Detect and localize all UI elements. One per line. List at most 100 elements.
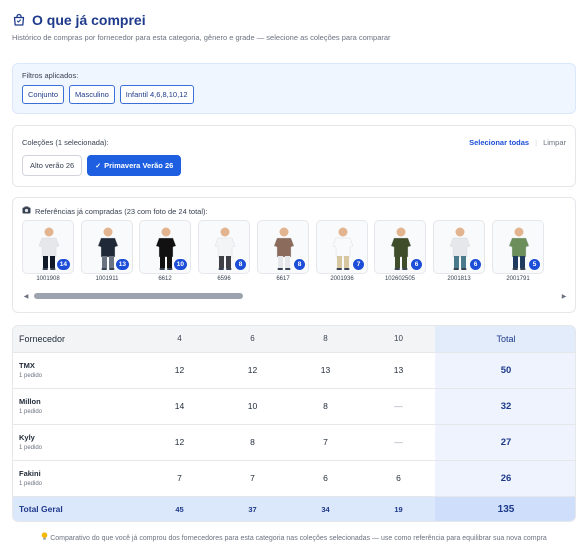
- supplier-orders: 1 pedido: [19, 445, 43, 451]
- reference-code: 102602505: [384, 276, 416, 282]
- quantity-badge: 5: [528, 258, 541, 271]
- reference-card[interactable]: 7 2001936: [316, 220, 368, 282]
- quantity-badge: 7: [352, 258, 365, 271]
- reference-photo: 14: [22, 220, 74, 274]
- collections-panel: Coleções (1 selecionada): Selecionar tod…: [12, 125, 576, 187]
- size-cell: 7: [143, 460, 216, 497]
- row-total-cell: 50: [435, 352, 575, 389]
- supplier-name: Kyly: [19, 433, 35, 442]
- footnote-text: Comparativo do que você já comprou dos f…: [50, 535, 547, 542]
- grand-total-label: Total Geral: [13, 496, 143, 521]
- reference-photo: 6: [433, 220, 485, 274]
- references-scrollbar[interactable]: ◀ ▶: [22, 292, 568, 300]
- size-cell: 8: [289, 388, 362, 425]
- collections-header: Coleções (1 selecionada): Selecionar tod…: [22, 136, 566, 148]
- supplier-cell: TMX 1 pedido: [13, 352, 143, 389]
- reference-photo: 13: [81, 220, 133, 274]
- supplier-orders: 1 pedido: [19, 481, 43, 487]
- size-cell: 10: [216, 388, 289, 425]
- quantity-badge: 8: [234, 258, 247, 271]
- reference-card[interactable]: 6 102602505: [374, 220, 426, 282]
- size-cell: 7: [289, 424, 362, 461]
- camera-icon: [22, 206, 31, 216]
- supplier-cell: Kyly 1 pedido: [13, 424, 143, 461]
- size-cell: 12: [143, 352, 216, 389]
- supplier-orders: 1 pedido: [19, 409, 43, 415]
- grand-total-size-cell: 34: [289, 496, 362, 521]
- supplier-cell: Millon 1 pedido: [13, 388, 143, 425]
- table-row: Millon 1 pedido 14 10 8 — 32: [13, 388, 575, 425]
- page-header: O que já comprei Histórico de compras po…: [12, 10, 572, 42]
- filters-label: Filtros aplicados:: [22, 71, 79, 80]
- reference-code: 1001911: [95, 276, 119, 282]
- reference-code: 2001936: [330, 276, 354, 282]
- reference-photo: 6: [374, 220, 426, 274]
- collection-button-primavera-verao-26[interactable]: ✓ Primavera Verão 26: [87, 155, 182, 176]
- reference-card[interactable]: 10 6612: [139, 220, 191, 282]
- column-header-size: 4: [143, 326, 216, 353]
- collection-options: Alto verão 26 ✓ Primavera Verão 26: [22, 155, 566, 176]
- column-header-total: Total: [435, 326, 575, 353]
- filter-chip-gender: Masculino: [69, 85, 115, 104]
- column-header-size: 8: [289, 326, 362, 353]
- scroll-right-arrow-icon[interactable]: ▶: [560, 292, 568, 300]
- row-total-cell: 32: [435, 388, 575, 425]
- quantity-badge: 8: [293, 258, 306, 271]
- references-heading: Referências já compradas (23 com foto de…: [35, 206, 208, 216]
- size-cell: 6: [362, 460, 435, 497]
- quantity-badge: 10: [172, 258, 188, 271]
- scroll-left-arrow-icon[interactable]: ◀: [22, 292, 30, 300]
- supplier-orders: 1 pedido: [19, 373, 43, 379]
- supplier-name: Millon: [19, 397, 41, 406]
- table-row: Kyly 1 pedido 12 8 7 — 27: [13, 424, 575, 461]
- supplier-cell: Fakini 1 pedido: [13, 460, 143, 497]
- check-icon: ✓: [95, 162, 102, 170]
- size-cell: 13: [362, 352, 435, 389]
- row-total-cell: 27: [435, 424, 575, 461]
- size-cell: 8: [216, 424, 289, 461]
- reference-photo: 7: [316, 220, 368, 274]
- applied-filters-panel: Filtros aplicados: Conjunto Masculino In…: [12, 63, 576, 114]
- reference-card[interactable]: 6 2001813: [433, 220, 485, 282]
- column-header-size: 6: [216, 326, 289, 353]
- supplier-name: Fakini: [19, 469, 41, 478]
- footnote: Comparativo do que você já comprou dos f…: [20, 532, 568, 544]
- reference-card[interactable]: 8 6596: [198, 220, 250, 282]
- lightbulb-icon: [41, 532, 50, 542]
- clear-link[interactable]: Limpar: [543, 138, 566, 147]
- quantity-badge: 6: [469, 258, 482, 271]
- reference-code: 2001791: [506, 276, 530, 282]
- reference-card[interactable]: 13 1001911: [81, 220, 133, 282]
- references-header: Referências já compradas (23 com foto de…: [22, 206, 208, 216]
- collections-label: Coleções (1 selecionada):: [22, 137, 109, 147]
- size-cell: 12: [143, 424, 216, 461]
- column-header-supplier: Fornecedor: [13, 326, 143, 353]
- shopping-bag-icon: [12, 13, 26, 27]
- reference-code: 1001908: [36, 276, 60, 282]
- page-title: O que já comprei: [32, 12, 146, 28]
- quantity-badge: 13: [114, 258, 130, 271]
- table-footer-row: Total Geral 45 37 34 19 135: [13, 496, 575, 521]
- supplier-name: TMX: [19, 361, 35, 370]
- table-row: Fakini 1 pedido 7 7 6 6 26: [13, 460, 575, 497]
- column-header-size: 10: [362, 326, 435, 353]
- grand-total-cell: 135: [435, 496, 575, 521]
- title-row: O que já comprei: [12, 10, 572, 30]
- collections-actions: Selecionar todas | Limpar: [469, 138, 566, 147]
- references-strip[interactable]: 14 1001908 13 1001911 10 6612 8 6596 8 6617 7 20019…: [22, 220, 562, 284]
- row-total-cell: 26: [435, 460, 575, 497]
- size-cell-empty: —: [362, 424, 435, 461]
- quantity-badge: 14: [55, 258, 71, 271]
- size-cell: 13: [289, 352, 362, 389]
- select-all-link[interactable]: Selecionar todas: [469, 138, 529, 147]
- scrollbar-track[interactable]: [34, 293, 556, 299]
- reference-card[interactable]: 8 6617: [257, 220, 309, 282]
- table-header-row: Fornecedor 4 6 8 10 Total: [13, 326, 575, 353]
- collection-label: Primavera Verão 26: [104, 161, 174, 170]
- collection-button-alto-verao-26[interactable]: Alto verão 26: [22, 155, 83, 176]
- page-subtitle: Histórico de compras por fornecedor para…: [12, 33, 391, 42]
- reference-card[interactable]: 14 1001908: [22, 220, 74, 282]
- reference-card[interactable]: 5 2001791: [492, 220, 544, 282]
- scrollbar-thumb[interactable]: [34, 293, 243, 299]
- size-cell: 12: [216, 352, 289, 389]
